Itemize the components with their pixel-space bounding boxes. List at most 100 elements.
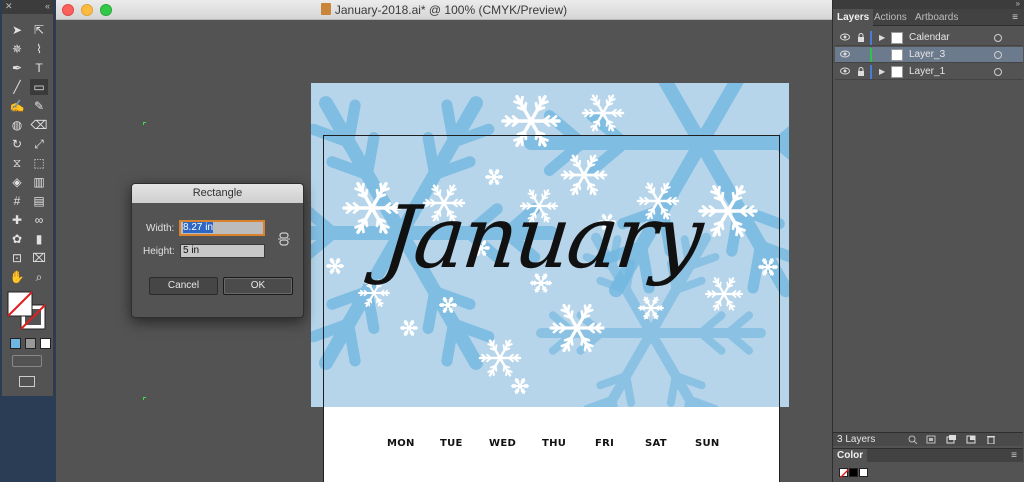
panel-menu-icon[interactable]: ≡ (1012, 12, 1018, 23)
tab-color[interactable]: Color (833, 449, 868, 463)
mesh-tool[interactable]: # (8, 193, 26, 209)
cancel-button[interactable]: Cancel (149, 277, 218, 295)
line-tool[interactable]: ╱ (8, 79, 26, 95)
crop-mark (143, 122, 146, 125)
small-snowflake (326, 258, 344, 274)
weekday-label: SAT (645, 438, 667, 449)
lock-icon[interactable] (857, 33, 865, 42)
layer-name: Layer_3 (909, 49, 946, 60)
height-field[interactable]: 5 in (180, 244, 265, 258)
panel-menu-icon[interactable]: ≡ (1011, 450, 1017, 461)
selection-tool[interactable]: ➤ (8, 22, 26, 38)
collapse-icon[interactable]: » (1016, 0, 1020, 8)
weekday-label: TUE (440, 438, 463, 449)
layers-panel-footer: 3 Layers (833, 432, 1023, 446)
small-snowflake (400, 320, 418, 336)
collapse-icon[interactable]: « (45, 1, 50, 11)
type-tool[interactable]: T (30, 60, 48, 76)
small-snowflake (704, 277, 744, 311)
constrain-proportions-icon[interactable] (277, 232, 291, 246)
layer-name: Calendar (909, 32, 950, 43)
target-icon[interactable] (994, 34, 1002, 42)
locate-object-icon[interactable] (908, 435, 918, 444)
lock-icon[interactable] (857, 67, 865, 76)
height-label: Height: (143, 246, 175, 257)
gradient-tool[interactable]: ▤ (30, 193, 48, 209)
layer-color-bar (870, 65, 872, 79)
tab-actions[interactable]: Actions (870, 9, 911, 26)
column-graph-tool[interactable]: ▮ (30, 231, 48, 247)
weekday-label: MON (387, 438, 415, 449)
layer-row[interactable]: ▶ Layer_1 (835, 64, 1023, 80)
document-icon (320, 3, 331, 15)
blend-tool[interactable]: ∞ (30, 212, 48, 228)
zoom-tool[interactable]: ⌕ (30, 269, 48, 285)
panel-dock-header: » (833, 0, 1024, 9)
layer-row[interactable]: Layer_3 (835, 47, 1023, 63)
pencil-tool[interactable]: ✎ (30, 98, 48, 114)
trash-icon[interactable] (986, 435, 996, 444)
color-mode-icon[interactable] (10, 338, 21, 349)
weekday-label: THU (542, 438, 567, 449)
close-icon[interactable]: ✕ (5, 1, 13, 12)
dialog-title[interactable]: Rectangle (132, 184, 303, 203)
expand-arrow-icon[interactable]: ▶ (879, 33, 885, 42)
color-panel-header: Color ≡ (833, 448, 1023, 463)
layer-row[interactable]: ▶ Calendar (835, 30, 1023, 46)
eye-icon[interactable] (840, 50, 850, 58)
target-icon[interactable] (994, 51, 1002, 59)
lasso-tool[interactable]: ⌇ (30, 41, 48, 57)
small-snowflake (485, 169, 503, 185)
eye-icon[interactable] (840, 33, 850, 41)
layers-panel-tabs: Layers Actions Artboards ≡ (833, 9, 1024, 26)
pen-tool[interactable]: ✒ (8, 60, 26, 76)
eye-icon[interactable] (840, 67, 850, 75)
direct-selection-tool[interactable]: ⇱ (30, 22, 48, 38)
month-heading: January (377, 188, 705, 288)
eyedropper-tool[interactable]: ✚ (8, 212, 26, 228)
symbol-sprayer-tool[interactable]: ✿ (8, 231, 26, 247)
target-icon[interactable] (994, 68, 1002, 76)
width-field[interactable]: 8.27 in (179, 220, 265, 236)
right-panel-dock: » Layers Actions Artboards ≡ ▶ Calendar La… (832, 0, 1024, 482)
new-sublayer-icon[interactable] (946, 435, 956, 444)
magic-wand-tool[interactable]: ✵ (8, 41, 26, 57)
width-field-value: 8.27 in (183, 222, 214, 233)
weekday-label: FRI (595, 438, 615, 449)
tools-panel-header: ✕ « (2, 0, 53, 14)
artboard-tool[interactable]: ⊡ (8, 250, 26, 266)
layer-thumbnail (891, 66, 903, 78)
white-swatch[interactable] (859, 468, 868, 477)
tab-layers[interactable]: Layers (833, 9, 874, 26)
free-transform-tool[interactable]: ⬚ (30, 155, 48, 171)
paintbrush-tool[interactable]: ✍ (8, 98, 26, 114)
fill-stroke-widget[interactable] (6, 290, 50, 332)
scale-tool[interactable]: ⤢ (30, 136, 48, 152)
width-tool[interactable]: ⧖ (8, 155, 26, 171)
calendar-artwork[interactable]: January (311, 83, 789, 407)
tab-artboards[interactable]: Artboards (911, 9, 962, 26)
screen-mode-icon[interactable] (19, 376, 35, 387)
layer-name: Layer_1 (909, 66, 946, 77)
blob-brush-tool[interactable]: ◍ (8, 117, 26, 133)
graph-tool[interactable]: ▥ (30, 174, 48, 190)
weekday-row: MON TUE WED THU FRI SAT SUN (323, 438, 779, 452)
gradient-mode-icon[interactable] (25, 338, 36, 349)
layer-thumbnail (891, 49, 903, 61)
eraser-tool[interactable]: ⌫ (30, 117, 48, 133)
draw-mode-icon[interactable] (12, 355, 42, 367)
clipping-mask-icon[interactable] (926, 435, 936, 444)
shape-builder-tool[interactable]: ◈ (8, 174, 26, 190)
expand-arrow-icon[interactable]: ▶ (879, 67, 885, 76)
none-swatch[interactable] (839, 468, 850, 479)
black-swatch[interactable] (849, 468, 858, 477)
hand-tool[interactable]: ✋ (8, 269, 26, 285)
new-layer-icon[interactable] (966, 435, 976, 444)
slice-tool[interactable]: ⌧ (30, 250, 48, 266)
ok-button[interactable]: OK (223, 277, 293, 295)
rectangle-tool[interactable]: ▭ (30, 79, 48, 95)
tools-panel: ✕ « ➤ ⇱ ✵ ⌇ ✒ T ╱ ▭ ✍ ✎ ◍ ⌫ ↻ ⤢ ⧖ ⬚ ◈ ▥ # ▤ ✚ ∞ ✿ ▮ ⊡ ⌧ ✋ ⌕ (2, 0, 54, 396)
document-title-text: January-2018.ai* @ 100% (CMYK/Preview) (334, 3, 568, 17)
rotate-tool[interactable]: ↻ (8, 136, 26, 152)
none-mode-icon[interactable] (40, 338, 51, 349)
